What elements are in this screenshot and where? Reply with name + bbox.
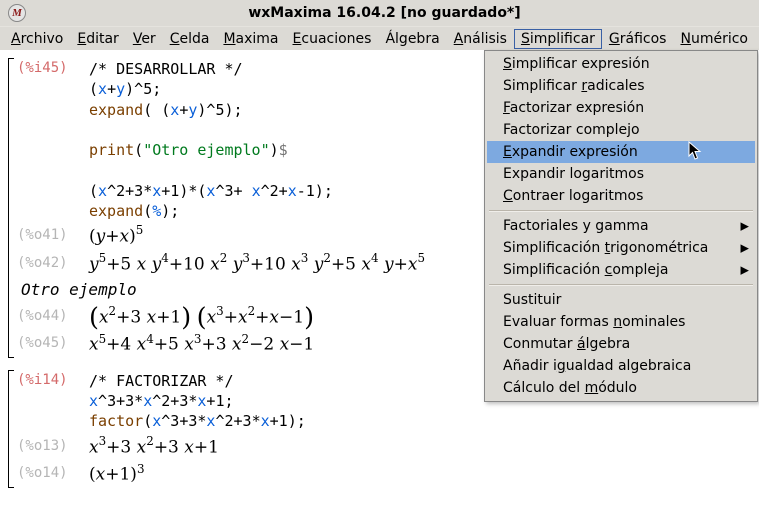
cell-label: (%o41)	[15, 223, 89, 245]
menu-item-10[interactable]: Simplificación compleja▶	[487, 259, 755, 281]
cell-label: (%o42)	[15, 251, 89, 273]
submenu-arrow-icon: ▶	[741, 264, 749, 277]
simplificar-dropdown: Simplificar expresiónSimplificar radical…	[484, 50, 758, 402]
cell-label: (%i14)	[15, 371, 89, 390]
submenu-arrow-icon: ▶	[741, 242, 749, 255]
menu-item-2[interactable]: Factorizar expresión	[487, 97, 755, 119]
menu-analisis[interactable]: Análisis	[447, 29, 514, 49]
menu-simplificar[interactable]: Simplificar	[514, 29, 602, 49]
menu-ver[interactable]: Ver	[126, 29, 163, 49]
menu-item-8[interactable]: Factoriales y gamma▶	[487, 215, 755, 237]
menu-item-6[interactable]: Contraer logaritmos	[487, 185, 755, 207]
menu-item-0[interactable]: Simplificar expresión	[487, 53, 755, 75]
menu-item-12[interactable]: Sustituir	[487, 289, 755, 311]
cell-label: (%o45)	[15, 331, 89, 353]
menu-archivo[interactable]: Archivo	[4, 29, 70, 49]
menubar: Archivo Editar Ver Celda Maxima Ecuacion…	[0, 27, 759, 52]
menu-item-16[interactable]: Cálculo del módulo	[487, 377, 755, 399]
menu-celda[interactable]: Celda	[163, 29, 217, 49]
menu-item-9[interactable]: Simplificación trigonométrica▶	[487, 237, 755, 259]
menu-item-1[interactable]: Simplificar radicales	[487, 75, 755, 97]
output-o13: (%o13) x3+3 x2+3 x+1	[15, 433, 755, 461]
menu-separator	[489, 284, 753, 286]
cell-label: (%o44)	[15, 304, 89, 326]
menu-ecuaciones[interactable]: Ecuaciones	[286, 29, 379, 49]
math-output: x3+3 x2+3 x+1	[89, 434, 755, 460]
menu-maxima[interactable]: Maxima	[216, 29, 285, 49]
menu-item-14[interactable]: Conmutar álgebra	[487, 333, 755, 355]
menu-item-4[interactable]: Expandir expresión	[487, 141, 755, 163]
menu-graficos[interactable]: Gráficos	[602, 29, 674, 49]
titlebar: M wxMaxima 16.04.2 [no guardado*]	[0, 0, 759, 27]
window-title: wxMaxima 16.04.2 [no guardado*]	[10, 5, 759, 21]
menu-numerico[interactable]: Numérico	[673, 29, 755, 49]
menu-item-13[interactable]: Evaluar formas nominales	[487, 311, 755, 333]
menu-ayuda[interactable]: Ayuda	[755, 29, 759, 49]
menu-item-15[interactable]: Añadir igualdad algebraica	[487, 355, 755, 377]
menu-editar[interactable]: Editar	[70, 29, 125, 49]
menu-item-5[interactable]: Expandir logaritmos	[487, 163, 755, 185]
menu-item-3[interactable]: Factorizar complejo	[487, 119, 755, 141]
submenu-arrow-icon: ▶	[741, 220, 749, 233]
menu-algebra[interactable]: Álgebra	[378, 29, 446, 49]
math-output: (x+1)3	[89, 461, 755, 487]
cell-label: (%i45)	[15, 59, 89, 78]
menu-separator	[489, 210, 753, 212]
cell-label: (%o13)	[15, 434, 89, 456]
output-o14: (%o14) (x+1)3	[15, 460, 755, 488]
cell-label: (%o14)	[15, 461, 89, 483]
